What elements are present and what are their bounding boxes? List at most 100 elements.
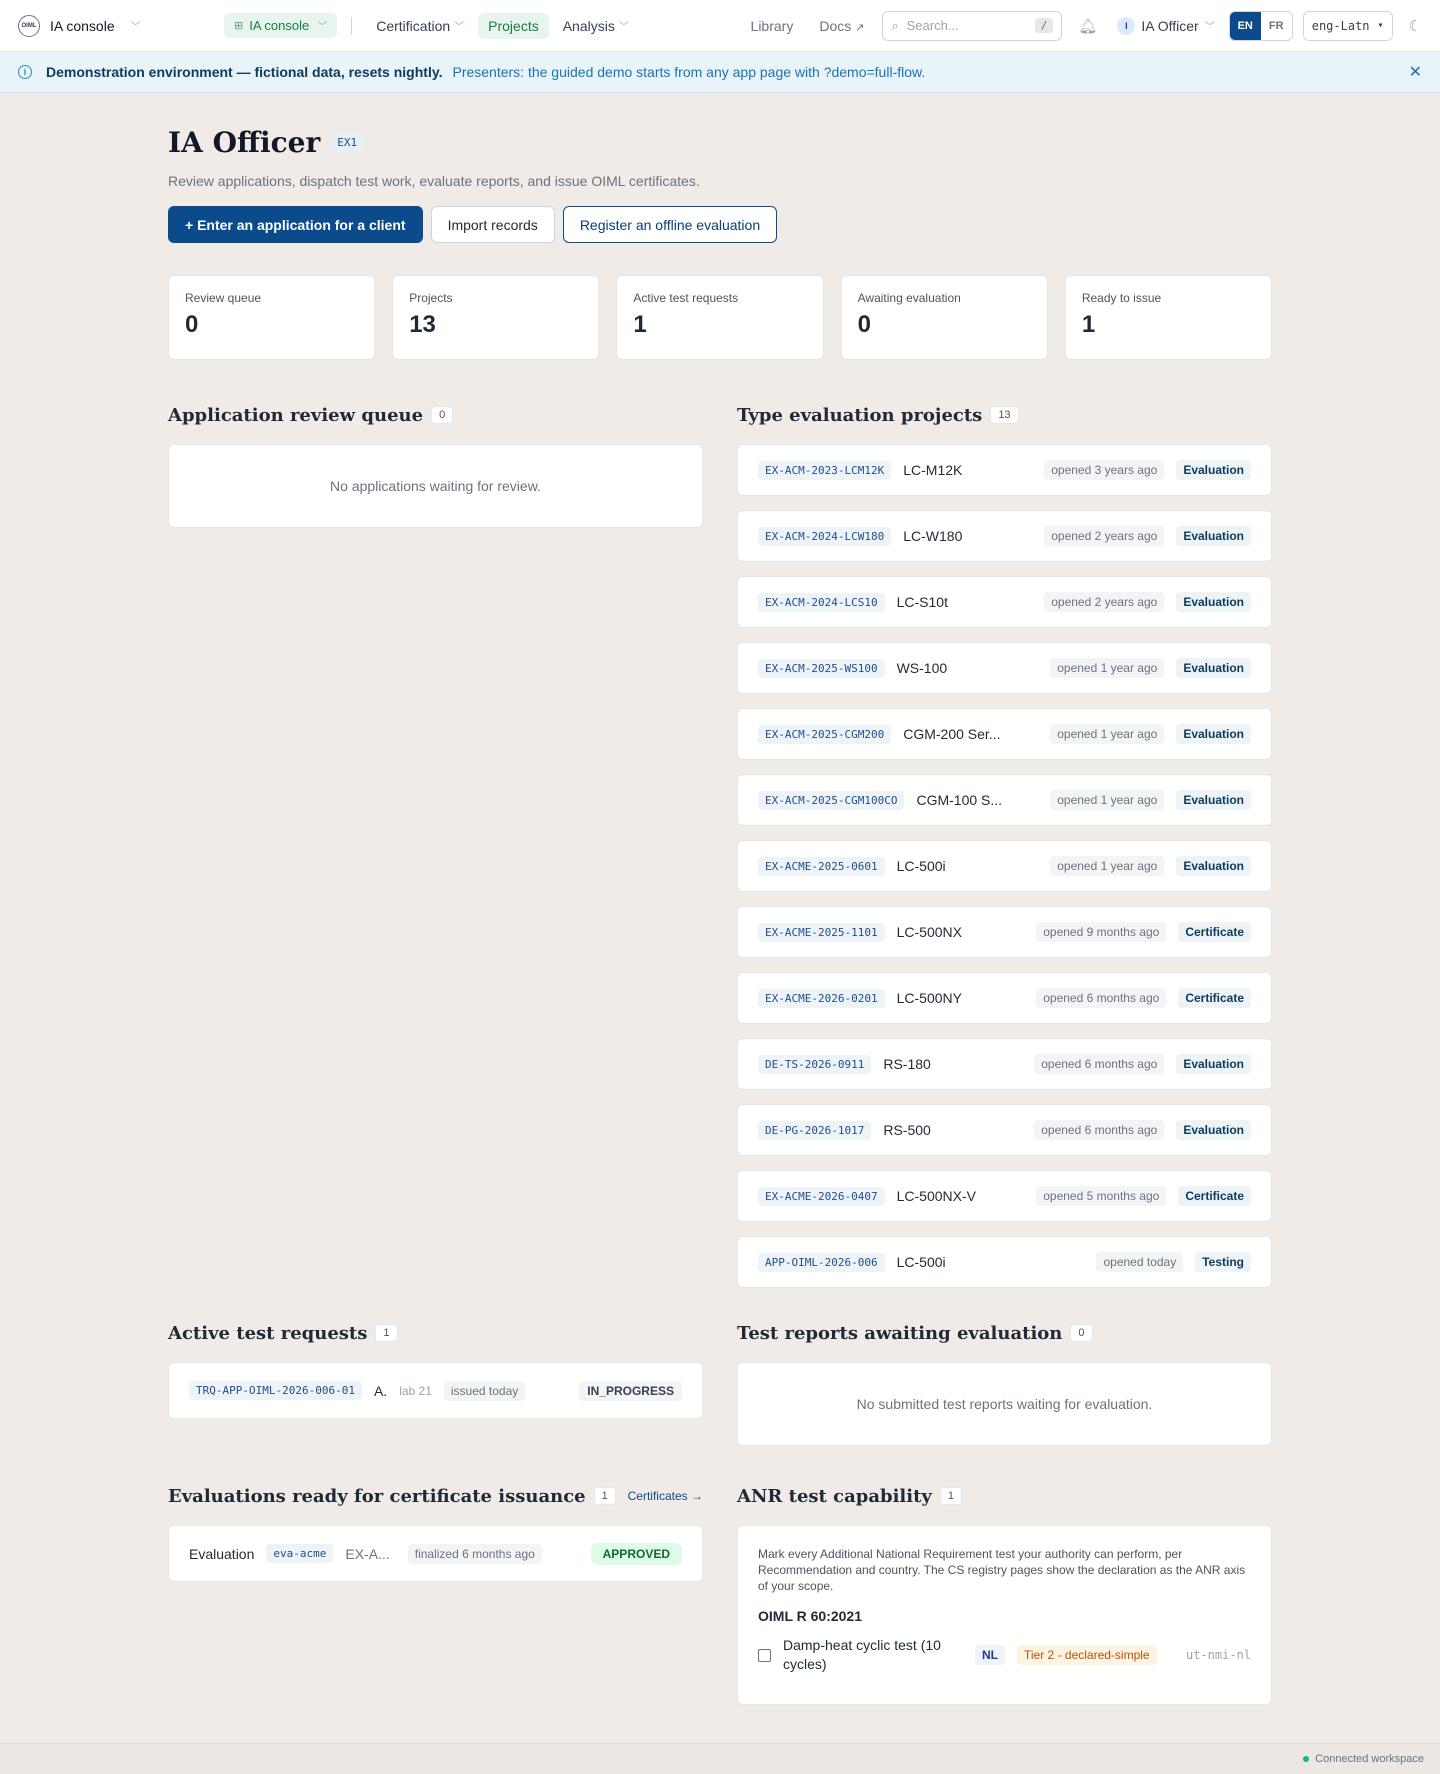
status-badge: APPROVED [590,1542,682,1565]
sections-middle: Active test requests 1 TRQ-APP-OIML-2026… [168,1321,1272,1446]
external-link-icon: ↗ [855,21,865,34]
search-shortcut: / [1034,18,1054,33]
stat-projects[interactable]: Projects 13 [392,275,600,360]
section-header: Active test requests 1 [168,1321,703,1345]
register-offline-evaluation-button[interactable]: Register an offline evaluation [562,206,778,243]
user-menu[interactable]: I IA Officer ﹀ [1113,16,1218,35]
project-row[interactable]: EX-ACM-2025-CGM200 CGM-200 Ser... opened 1… [737,708,1272,760]
project-opened: opened 6 months ago [1034,1120,1165,1140]
project-stage-badge: Evaluation [1176,1054,1251,1074]
project-stage-badge: Evaluation [1176,790,1251,810]
nav-projects[interactable]: Projects [478,12,549,39]
certificates-link[interactable]: Certificates → [628,1489,703,1503]
chevron-down-icon: ﹀ [317,22,328,33]
project-row[interactable]: EX-ACM-2025-WS100 WS-100 opened 1 year ago… [737,642,1272,694]
test-request-issued: issued today [443,1380,526,1401]
test-request-row[interactable]: TRQ-APP-OIML-2026-006-01 A. lab 21 issue… [168,1362,703,1419]
stat-active-test-requests[interactable]: Active test requests 1 [616,275,824,360]
chevron-down-icon: ﹀ [454,22,465,33]
project-row[interactable]: DE-TS-2026-0911 RS-180 opened 6 months ago… [737,1038,1272,1090]
ready-evaluation-row[interactable]: Evaluation eva-acme EX-A... finalized 6 … [168,1525,703,1582]
section-title: Application review queue [168,404,424,426]
project-stage-badge: Evaluation [1176,592,1251,612]
section-header: Application review queue 0 [168,403,703,427]
chevron-down-icon: ﹀ [130,22,141,33]
project-name: CGM-100 S... [916,792,1003,808]
section-header: Test reports awaiting evaluation 0 [737,1321,1272,1345]
count-badge: 1 [593,1487,616,1505]
moon-icon[interactable]: ☾ [1403,17,1422,35]
project-name: CGM-200 Ser... [903,726,1001,742]
action-bar: + Enter an application for a client Impo… [168,206,1272,243]
project-opened: opened 1 year ago [1050,856,1165,876]
project-row[interactable]: EX-ACM-2024-LCW180 LC-W180 opened 2 years … [737,510,1272,562]
docs-link[interactable]: Docs ↗ [811,18,872,34]
anr-test-checkbox[interactable] [758,1648,771,1662]
project-id: EX-ACME-2025-1101 [758,922,885,942]
lang-fr-button[interactable]: FR [1261,12,1292,40]
import-records-button[interactable]: Import records [430,206,555,243]
project-id: DE-TS-2026-0911 [758,1054,872,1074]
project-row[interactable]: EX-ACME-2025-0601 LC-500i opened 1 year ag… [737,840,1272,892]
project-id: EX-ACME-2026-0201 [758,988,885,1008]
stat-value: 0 [185,311,199,338]
count-badge: 0 [1070,1324,1093,1342]
nav-certification[interactable]: Certification ﹀ [366,13,474,39]
evaluation-ref: EX-A... [345,1545,390,1562]
project-id: DE-PG-2026-1017 [758,1120,872,1140]
project-row[interactable]: DE-PG-2026-1017 RS-500 opened 6 months ago… [737,1104,1272,1156]
stat-label: Review queue [185,291,262,305]
nav-analysis[interactable]: Analysis ﹀ [553,13,639,39]
evaluation-label: Evaluation [189,1545,255,1562]
stat-awaiting-evaluation[interactable]: Awaiting evaluation 0 [840,275,1048,360]
page-title: IA Officer [168,126,321,159]
app-switcher[interactable]: OIML IA console ﹀ [18,14,141,37]
stat-review-queue[interactable]: Review queue 0 [168,275,376,360]
script-select[interactable]: eng-Latn ▾ [1302,10,1393,41]
section-title: Type evaluation projects [737,404,983,426]
project-id: APP-OIML-2026-006 [758,1252,885,1272]
project-stage-badge: Certificate [1178,922,1251,942]
lang-en-button[interactable]: EN [1229,11,1261,40]
docs-link-label: Docs [819,17,852,34]
project-list: EX-ACM-2023-LCM12K LC-M12K opened 3 years … [737,444,1272,1288]
project-row[interactable]: APP-OIML-2026-006 LC-500i opened today Test… [737,1236,1272,1288]
chevron-down-icon: ▾ [1377,20,1384,31]
project-id: EX-ACME-2025-0601 [758,856,885,876]
stat-label: Projects [409,291,453,305]
project-opened: opened 9 months ago [1036,922,1167,942]
anr-test-name: Damp-heat cyclic test (10 cycles) [783,1637,941,1672]
project-row[interactable]: EX-ACM-2025-CGM100CO CGM-100 S... opened 1… [737,774,1272,826]
anr-recommendation: OIML R 60:2021 [758,1608,863,1624]
review-queue-section: Application review queue 0 No applicatio… [168,403,703,1288]
close-icon[interactable]: ✕ [1409,62,1422,82]
bell-icon[interactable]: 🔔︎ [1072,17,1103,35]
banner-title: Demonstration environment — fictional da… [46,64,443,80]
project-row[interactable]: EX-ACME-2026-0407 LC-500NX-V opened 5 mont… [737,1170,1272,1222]
project-row[interactable]: EX-ACME-2026-0201 LC-500NY opened 6 months… [737,972,1272,1024]
page-subtitle: Review applications, dispatch test work,… [168,173,700,189]
console-pill-label: IA console [249,18,310,33]
search-input[interactable]: ⌕ Search... / [882,10,1063,41]
project-name: RS-180 [883,1056,931,1072]
connection-status: Connected workspace [1315,1753,1424,1765]
chevron-down-icon: ﹀ [618,22,629,33]
stat-ready-to-issue[interactable]: Ready to issue 1 [1064,275,1273,360]
count-badge: 1 [939,1487,962,1505]
project-row[interactable]: EX-ACM-2023-LCM12K LC-M12K opened 3 years … [737,444,1272,496]
project-opened: opened 2 years ago [1044,592,1165,612]
project-row[interactable]: EX-ACME-2025-1101 LC-500NX opened 9 months… [737,906,1272,958]
project-row[interactable]: EX-ACM-2024-LCS10 LC-S10t opened 2 years a… [737,576,1272,628]
chevron-down-icon: ﹀ [1204,22,1215,33]
enter-application-button[interactable]: + Enter an application for a client [168,206,423,243]
test-request-id: TRQ-APP-OIML-2026-006-01 [189,1381,362,1400]
library-link[interactable]: Library [743,18,802,34]
section-header: Evaluations ready for certificate issuan… [168,1484,703,1508]
project-name: LC-500i [896,858,946,874]
count-badge: 13 [990,406,1019,424]
oiml-logo-icon: OIML [18,14,40,37]
console-pill[interactable]: ⊞ IA console ﹀ [224,13,338,38]
project-opened: opened 1 year ago [1050,724,1165,744]
project-opened: opened today [1096,1252,1184,1272]
project-stage-badge: Certificate [1178,988,1251,1008]
